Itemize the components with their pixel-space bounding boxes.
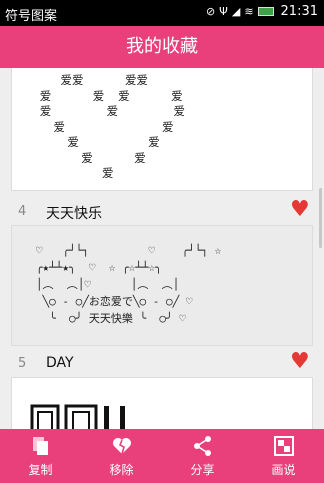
status-bar: 符号图案 ⊘ Ψ ◢ ≋ 21:31 (0, 0, 324, 26)
favorite-art-text: ♡ ╭┘└┐ ♡ ╭┘└┐ ☆ ╭★┴┴★╮ ♡ ☆ ╭☆┴┴☆╮ │︵ ︵│♡… (35, 244, 222, 325)
share-label: 分享 (190, 462, 215, 477)
item-title: 天天快乐 (46, 206, 102, 222)
favorite-card-art[interactable]: ♡ ╭┘└┐ ♡ ╭┘└┐ ☆ ╭★┴┴★╮ ♡ ☆ ╭☆┴┴☆╮ │︵ ︵│♡… (11, 225, 313, 346)
status-app-name: 符号图案 (5, 9, 58, 24)
item-number: 4 (18, 204, 27, 219)
usb-icon: Ψ (219, 5, 228, 18)
favorite-heart-icon[interactable]: ♥ (290, 351, 312, 373)
copy-label: 复制 (28, 462, 53, 477)
share-button[interactable]: 分享 (162, 429, 243, 483)
wifi-icon: ≋ (244, 5, 254, 18)
share-icon (192, 435, 214, 457)
favorite-card-art[interactable] (11, 377, 313, 429)
remove-label: 移除 (109, 462, 134, 477)
favorite-heart-icon[interactable]: ♥ (290, 199, 312, 221)
day-art-graphic (30, 404, 125, 429)
draw-label: 画说 (271, 462, 296, 477)
draw-button[interactable]: 画说 (243, 429, 324, 483)
page-title: 我的收藏 (126, 36, 198, 57)
favorite-card-art[interactable]: 爱爱 爱爱 爱 爱 爱 爱 爱 爱 爱 爱 爱 爱 爱 爱 爱 爱 (11, 68, 313, 191)
list-item-header[interactable]: 4 天天快乐 ♥ (0, 196, 324, 228)
status-time: 21:31 (280, 4, 318, 19)
item-number: 5 (18, 356, 27, 371)
no-sim-icon: ⊘ (205, 5, 216, 18)
favorite-art-text: 爱爱 爱爱 爱 爱 爱 爱 爱 爱 爱 爱 爱 爱 爱 爱 爱 爱 (39, 73, 185, 180)
battery-icon (257, 7, 274, 16)
signal-icon: ◢ (231, 5, 241, 18)
list-item-header[interactable]: 5 DAY ♥ (0, 348, 324, 380)
item-title: DAY (46, 355, 74, 371)
bottom-toolbar: 复制 移除 分享 画说 (0, 429, 324, 483)
canvas-icon (273, 435, 295, 457)
scrollbar-thumb[interactable] (319, 188, 322, 248)
status-icons: ⊘ Ψ ◢ ≋ 21:31 (206, 4, 318, 19)
copy-button[interactable]: 复制 (0, 429, 81, 483)
copy-icon (30, 435, 52, 457)
app-header: 我的收藏 (0, 26, 324, 68)
favorites-list[interactable]: 爱爱 爱爱 爱 爱 爱 爱 爱 爱 爱 爱 爱 爱 爱 爱 爱 爱 4 天天快乐… (0, 68, 324, 429)
broken-heart-icon (111, 435, 133, 457)
remove-button[interactable]: 移除 (81, 429, 162, 483)
